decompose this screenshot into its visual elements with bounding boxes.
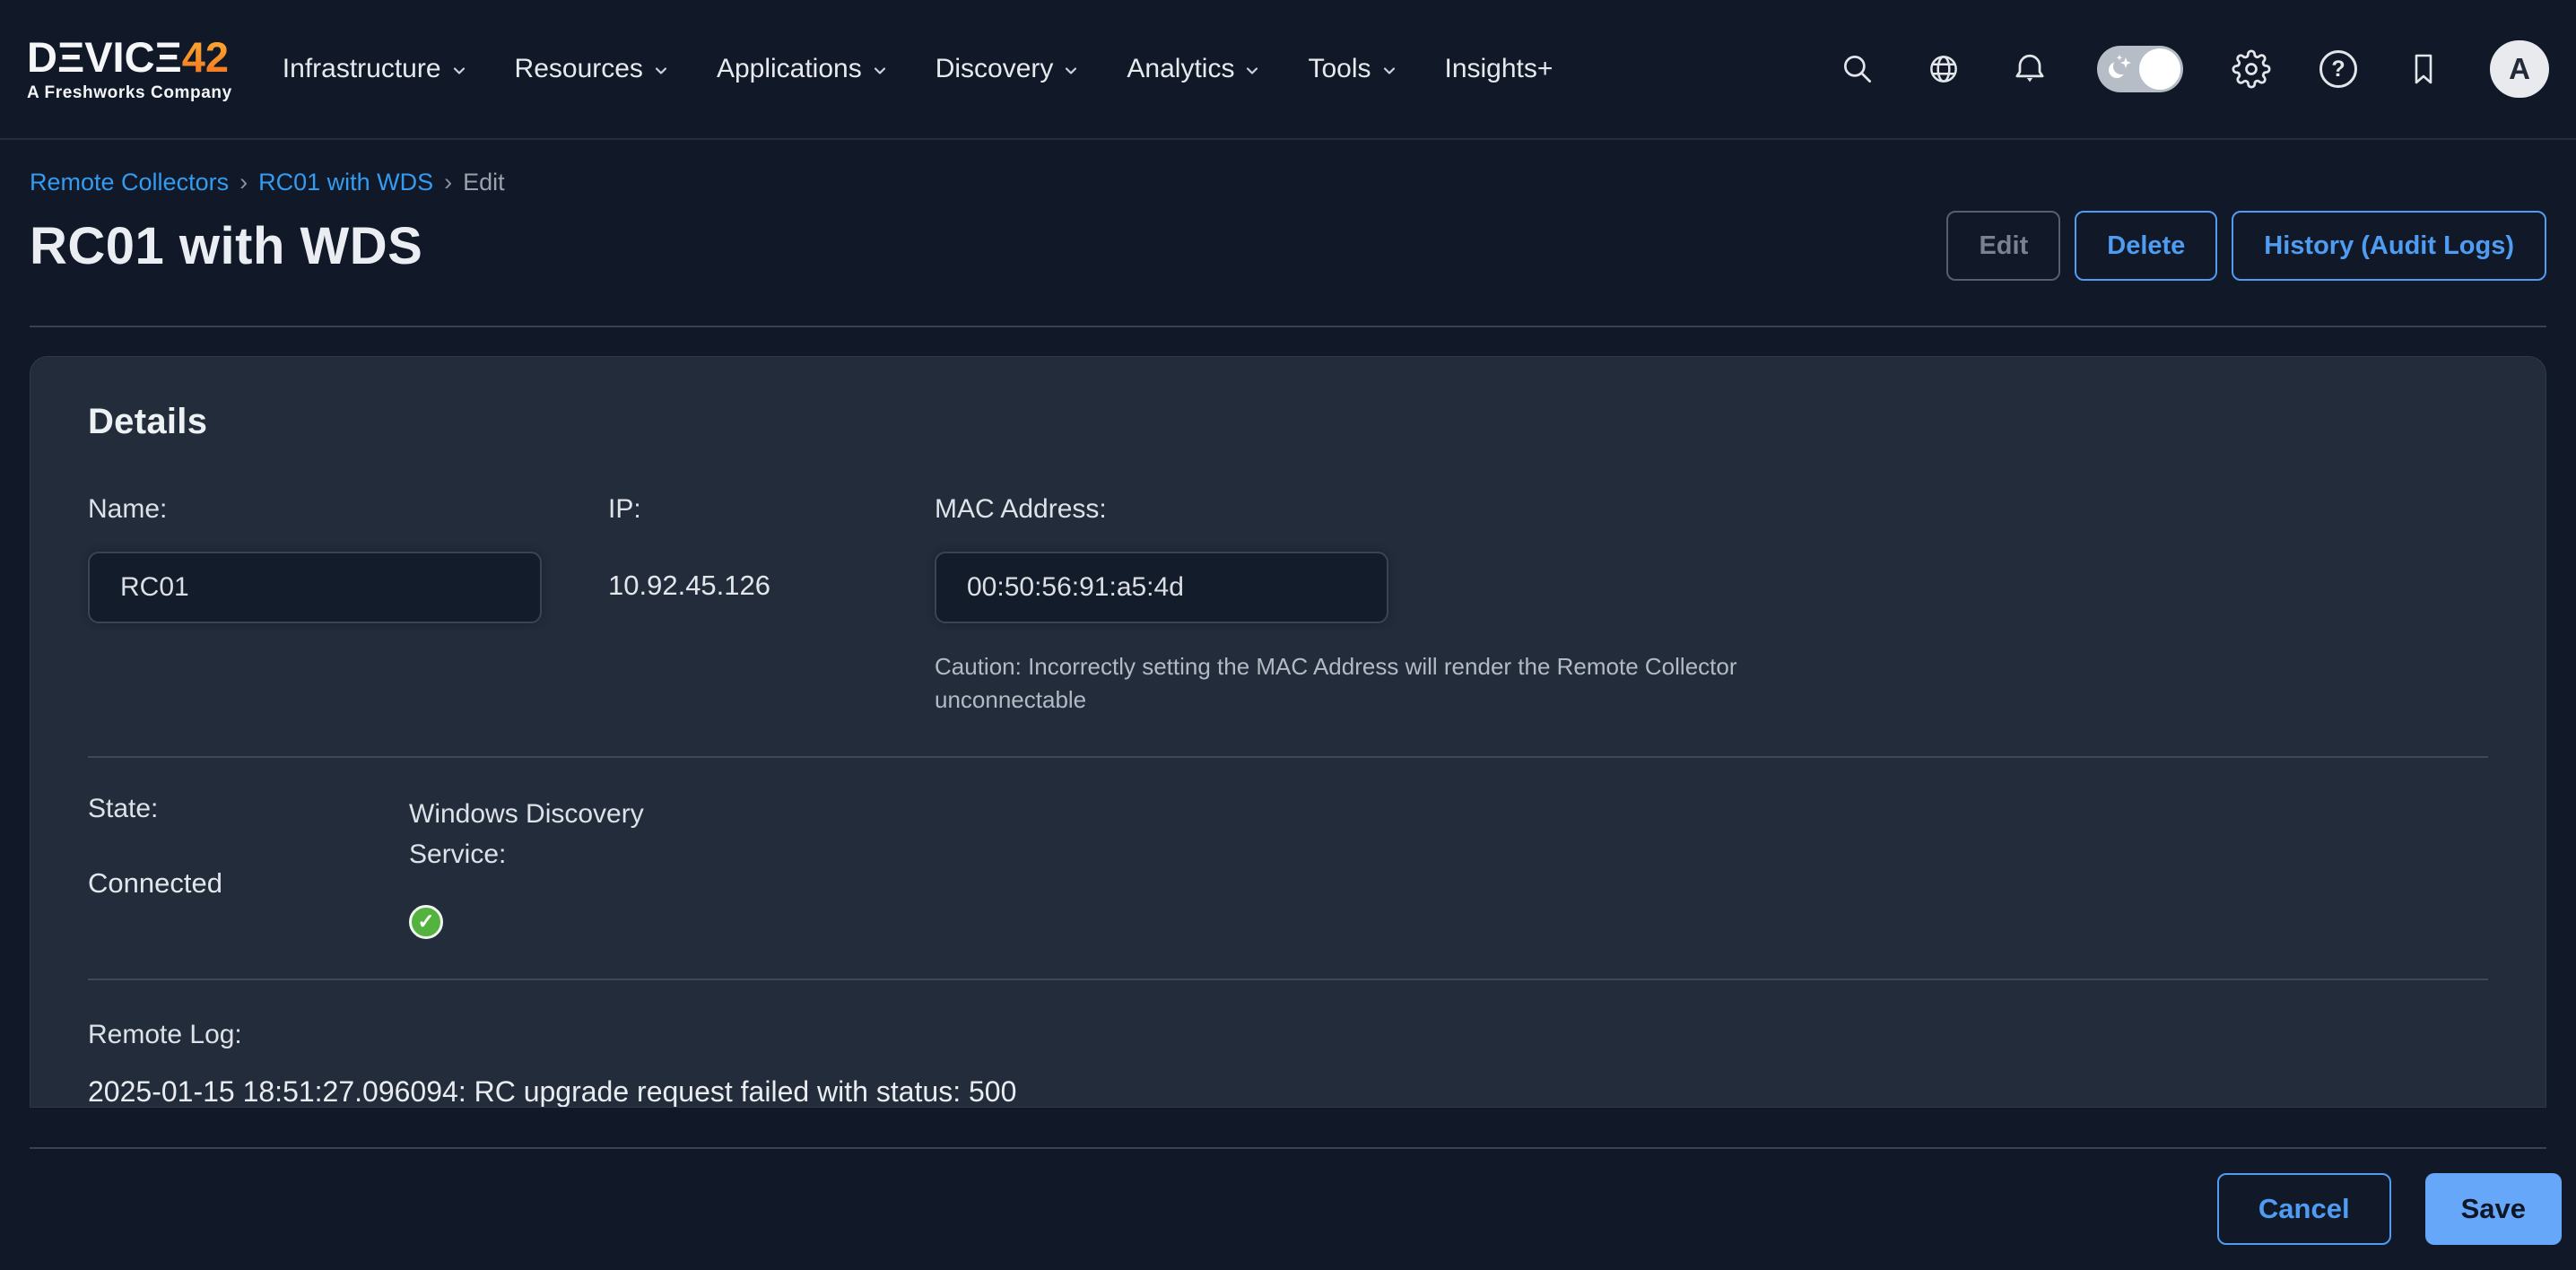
main-content: Remote Collectors › RC01 with WDS › Edit RC0…	[0, 140, 2576, 1147]
header-divider	[30, 326, 2546, 327]
breadcrumb-item-remote-collectors[interactable]: Remote Collectors	[30, 169, 229, 196]
nav-menu: Infrastructure Resources Applications Disco…	[283, 54, 1553, 84]
remote-log-label: Remote Log:	[88, 1020, 2488, 1050]
bookmark-icon[interactable]	[2406, 50, 2441, 88]
nav-item-label: Tools	[1308, 54, 1371, 84]
ip-field-group: IP: 10.92.45.126	[608, 494, 868, 717]
search-icon[interactable]	[1839, 50, 1876, 88]
cancel-button[interactable]: Cancel	[2217, 1173, 2391, 1245]
name-label: Name:	[88, 494, 542, 525]
help-question-glyph: ?	[2319, 50, 2357, 88]
nav-right-actions: ? A	[1839, 40, 2549, 98]
nav-item-resources[interactable]: Resources	[515, 54, 670, 84]
logo-accent-text: 42	[182, 33, 229, 81]
mac-address-input[interactable]	[935, 552, 1388, 623]
page-header: RC01 with WDS Edit Delete History (Audit…	[30, 211, 2546, 281]
wds-status-check-icon: ✓	[409, 905, 443, 939]
mac-address-label: MAC Address:	[935, 494, 2488, 525]
details-card: Details Name: IP: 10.92.45.126 MAC Addre…	[30, 356, 2546, 1108]
page-title: RC01 with WDS	[30, 216, 422, 276]
wds-label: Windows Discovery Service:	[409, 794, 705, 874]
nav-item-label: Infrastructure	[283, 54, 441, 84]
breadcrumb-separator: ›	[444, 169, 452, 196]
chevron-down-icon	[1062, 62, 1080, 80]
ip-label: IP:	[608, 494, 868, 525]
breadcrumb-separator: ›	[239, 169, 248, 196]
dark-mode-toggle[interactable]	[2097, 46, 2183, 92]
nav-item-applications[interactable]: Applications	[717, 54, 889, 84]
details-heading: Details	[88, 402, 2488, 442]
user-avatar[interactable]: A	[2490, 40, 2549, 98]
save-button[interactable]: Save	[2425, 1173, 2562, 1245]
edit-button[interactable]: Edit	[1946, 211, 2060, 281]
nav-item-label: Applications	[717, 54, 862, 84]
section-divider	[88, 756, 2488, 758]
chevron-down-icon	[1380, 62, 1398, 80]
nav-item-label: Insights+	[1445, 54, 1553, 84]
mac-field-group: MAC Address: Caution: Incorrectly settin…	[935, 494, 2488, 717]
wds-field-group: Windows Discovery Service: ✓	[409, 794, 705, 939]
mac-caution-text: Caution: Incorrectly setting the MAC Add…	[935, 650, 1742, 717]
state-field-group: State: Connected	[88, 794, 409, 939]
nav-item-label: Analytics	[1127, 54, 1234, 84]
state-row: State: Connected Windows Discovery Servi…	[88, 794, 2488, 939]
logo-brand-text: DΞVICΞ	[27, 33, 182, 81]
nav-item-label: Resources	[515, 54, 643, 84]
breadcrumb-item-edit: Edit	[463, 169, 505, 196]
chevron-down-icon	[652, 62, 670, 80]
top-nav: DΞVICΞ42 A Freshworks Company Infrastruc…	[0, 0, 2576, 140]
globe-icon[interactable]	[1925, 50, 1962, 88]
chevron-down-icon	[871, 62, 889, 80]
nav-item-discovery[interactable]: Discovery	[936, 54, 1081, 84]
breadcrumb-item-rc01-with-wds[interactable]: RC01 with WDS	[258, 169, 433, 196]
breadcrumb: Remote Collectors › RC01 with WDS › Edit	[30, 140, 2546, 196]
nav-item-infrastructure[interactable]: Infrastructure	[283, 54, 468, 84]
remote-log-value: 2025-01-15 18:51:27.096094: RC upgrade r…	[88, 1075, 2488, 1108]
nav-item-analytics[interactable]: Analytics	[1127, 54, 1261, 84]
logo-wordmark: DΞVICΞ42	[27, 36, 232, 78]
settings-gear-icon[interactable]	[2232, 49, 2271, 89]
device42-logo[interactable]: DΞVICΞ42 A Freshworks Company	[27, 36, 232, 103]
nav-item-insights-[interactable]: Insights+	[1445, 54, 1553, 84]
details-fields-row: Name: IP: 10.92.45.126 MAC Address: Caut…	[88, 494, 2488, 717]
logo-tagline: A Freshworks Company	[27, 83, 232, 103]
help-icon[interactable]: ?	[2319, 50, 2357, 88]
name-field-group: Name:	[88, 494, 542, 717]
state-label: State:	[88, 794, 409, 824]
moon-icon	[2104, 53, 2137, 85]
footer-action-bar: Cancel Save	[0, 1147, 2576, 1270]
header-buttons: Edit Delete History (Audit Logs)	[1946, 211, 2546, 281]
ip-value: 10.92.45.126	[608, 570, 868, 602]
section-divider-2	[88, 979, 2488, 980]
notifications-bell-icon[interactable]	[2011, 50, 2049, 88]
chevron-down-icon	[450, 62, 468, 80]
chevron-down-icon	[1243, 62, 1261, 80]
toggle-knob	[2139, 48, 2180, 90]
name-input[interactable]	[88, 552, 542, 623]
state-value: Connected	[88, 867, 409, 900]
nav-item-tools[interactable]: Tools	[1308, 54, 1397, 84]
nav-item-label: Discovery	[936, 54, 1054, 84]
delete-button[interactable]: Delete	[2075, 211, 2217, 281]
history-audit-logs-button[interactable]: History (Audit Logs)	[2232, 211, 2546, 281]
